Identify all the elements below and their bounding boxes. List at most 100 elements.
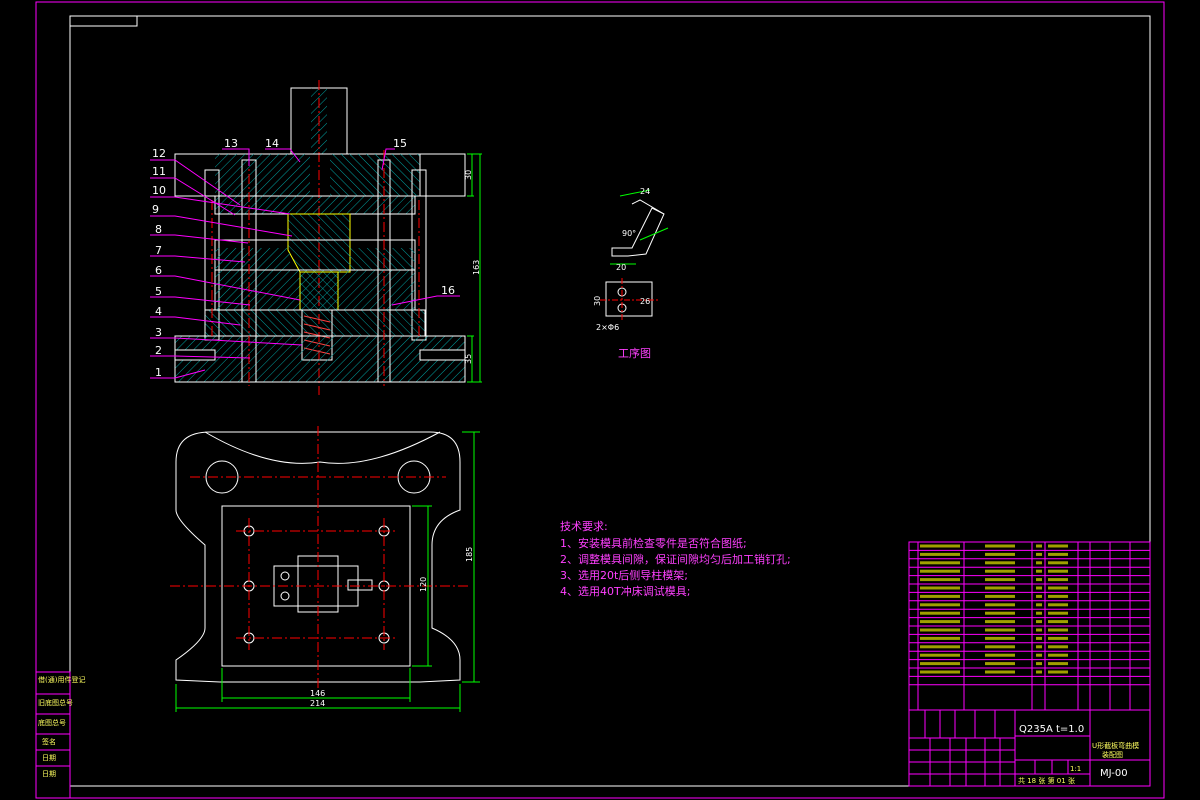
part-label-12: 12 <box>152 147 166 160</box>
part-label-5: 5 <box>155 285 162 298</box>
parts-list-cell-mark <box>1036 552 1042 556</box>
parts-list-cell-mark <box>1036 561 1042 565</box>
parts-list-cell-mark <box>920 653 960 657</box>
process-dim-24: 24 <box>640 187 650 196</box>
parts-list-cell-mark <box>1036 603 1042 607</box>
parts-list-cell-mark <box>985 578 1015 582</box>
parts-list-cell-mark <box>1036 670 1042 674</box>
parts-list-cell-mark <box>1036 662 1042 666</box>
parts-list-cell-mark <box>985 544 1015 548</box>
parts-list-cell-mark <box>1048 544 1068 548</box>
parts-list-cell-mark <box>985 653 1015 657</box>
process-dim-30: 30 <box>593 296 602 306</box>
parts-list <box>908 541 1151 711</box>
parts-list-cell-mark <box>1048 603 1068 607</box>
dim-plan-height: 185 <box>465 547 474 562</box>
parts-list-cell-mark <box>920 636 960 640</box>
parts-list-cell-mark <box>920 603 960 607</box>
parts-list-cell-mark <box>1048 670 1068 674</box>
parts-list-cell-mark <box>920 544 960 548</box>
parts-list-cell-mark <box>985 662 1015 666</box>
parts-list-cell-mark <box>920 620 960 624</box>
process-diagram: 24 20 90° 30 26 2×Φ6 工序图 <box>593 187 669 360</box>
process-dim-20: 20 <box>616 263 626 272</box>
drawing-scale: 1:1 <box>1070 765 1081 773</box>
process-title: 工序图 <box>618 346 651 360</box>
part-label-16: 16 <box>441 284 455 297</box>
parts-list-cell-mark <box>1048 594 1068 598</box>
parts-list-cell-mark <box>1036 636 1042 640</box>
dim-plan-width: 214 <box>310 699 325 708</box>
technical-notes: 技术要求: 1、安装模具前检查零件是否符合图纸; 2、调整模具间隙，保证间隙均匀… <box>560 520 791 598</box>
part-label-2: 2 <box>155 344 162 357</box>
dim-overall-height: 163 <box>472 260 481 275</box>
parts-list-cell-mark <box>985 552 1015 556</box>
parts-list-cell-mark <box>985 670 1015 674</box>
drawing-sheet: 共 18 张 第 01 张 <box>1018 776 1075 785</box>
parts-list-cell-mark <box>1048 611 1068 615</box>
left-strip: 借(通)用件登记 旧底图总号 底图总号 签名 日期 日期 <box>35 671 85 799</box>
parts-list-cell-mark <box>985 569 1015 573</box>
parts-list-cell-mark <box>1048 662 1068 666</box>
parts-list-cell-mark <box>920 561 960 565</box>
dim-plan-inner-width: 146 <box>310 689 325 698</box>
parts-list-cell-mark <box>920 594 960 598</box>
parts-list-cell-mark <box>920 552 960 556</box>
parts-list-cell-mark <box>1036 611 1042 615</box>
parts-list-cell-mark <box>1048 561 1068 565</box>
parts-list-cell-mark <box>920 670 960 674</box>
parts-list-cell-mark <box>1048 620 1068 624</box>
corner-box <box>69 15 138 27</box>
part-label-1: 1 <box>155 366 162 379</box>
parts-list-cell-mark <box>1036 569 1042 573</box>
part-label-7: 7 <box>155 244 162 257</box>
notes-heading: 技术要求: <box>560 520 608 533</box>
part-label-15: 15 <box>393 137 407 150</box>
parts-list-cell-mark <box>985 586 1015 590</box>
process-dim-90: 90° <box>622 229 636 238</box>
parts-list-cell-mark <box>985 561 1015 565</box>
front-section-view: 12 11 10 9 8 7 6 5 4 3 2 1 13 14 15 16 3… <box>150 80 482 395</box>
strip-text-1: 借(通)用件登记 <box>38 675 85 684</box>
parts-list-cell-mark <box>1036 628 1042 632</box>
parts-list-cell-mark <box>920 569 960 573</box>
parts-list-cell-mark <box>985 620 1015 624</box>
strip-text-2: 旧底图总号 <box>38 698 73 707</box>
parts-list-cell-mark <box>985 611 1015 615</box>
drawing-name-line2: 装配图 <box>1102 750 1123 759</box>
parts-list-cell-mark <box>920 645 960 649</box>
parts-list-cell-mark <box>985 645 1015 649</box>
note-item-1: 1、安装模具前检查零件是否符合图纸; <box>560 536 747 550</box>
part-label-9: 9 <box>152 203 159 216</box>
parts-list-cell-mark <box>1048 645 1068 649</box>
parts-list-cell-mark <box>1036 620 1042 624</box>
part-label-11: 11 <box>152 165 166 178</box>
parts-list-cell-mark <box>1048 636 1068 640</box>
parts-list-cell-mark <box>1048 578 1068 582</box>
drawing-name-line1: U形截板弯曲模 <box>1092 741 1139 750</box>
part-label-14: 14 <box>265 137 279 150</box>
parts-list-cell-mark <box>1036 645 1042 649</box>
parts-list-cell-mark <box>1036 586 1042 590</box>
part-label-8: 8 <box>155 223 162 236</box>
drawing-number: MJ-00 <box>1100 768 1128 779</box>
note-item-3: 3、选用20t后侧导柱模架; <box>560 568 688 582</box>
dim-plan-inner-height: 120 <box>419 577 428 592</box>
process-dim-26: 26 <box>640 297 650 306</box>
dim-top-thickness: 30 <box>464 170 473 180</box>
parts-list-cell-mark <box>985 594 1015 598</box>
parts-list-cell-mark <box>985 603 1015 607</box>
part-label-10: 10 <box>152 184 166 197</box>
strip-text-3: 底图总号 <box>38 718 66 727</box>
parts-list-cell-mark <box>1036 544 1042 548</box>
strip-text-6: 日期 <box>42 770 56 778</box>
outer-border <box>35 1 1165 799</box>
parts-list-cell-mark <box>1048 552 1068 556</box>
strip-text-4: 签名 <box>42 737 56 746</box>
parts-list-cell-mark <box>920 578 960 582</box>
parts-list-cell-mark <box>1048 569 1068 573</box>
parts-list-cell-mark <box>1036 594 1042 598</box>
parts-list-cell-mark <box>920 662 960 666</box>
parts-list-cell-mark <box>1048 628 1068 632</box>
strip-text-5: 日期 <box>42 754 56 762</box>
